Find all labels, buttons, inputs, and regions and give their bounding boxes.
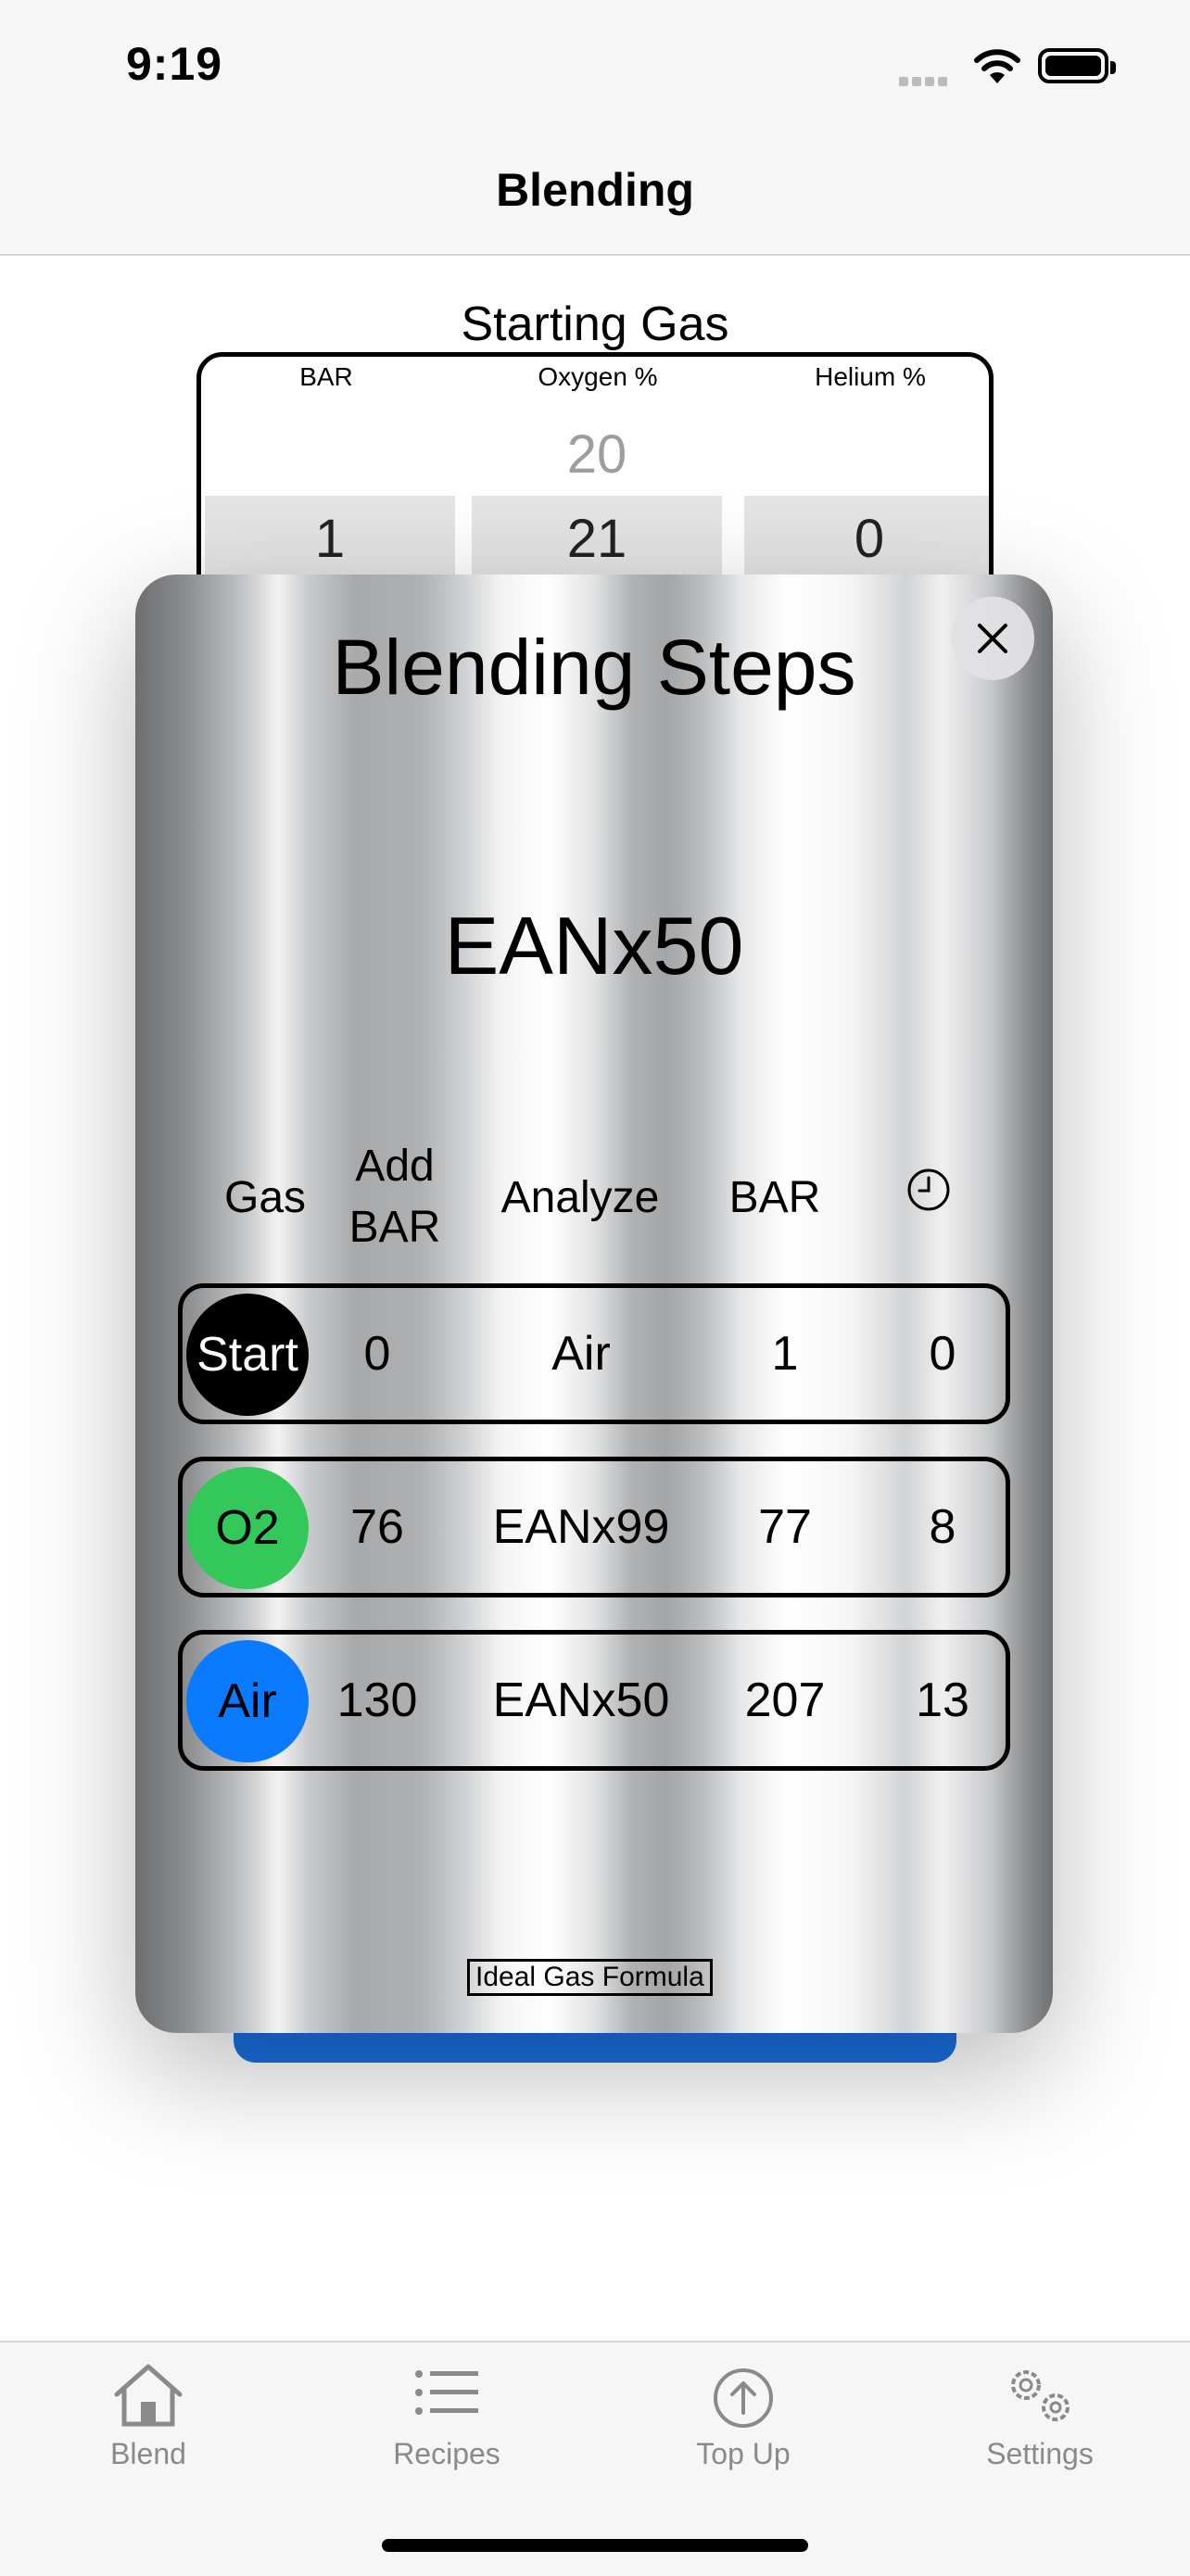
picker-helium-value: 0 [854, 509, 885, 569]
tab-blend[interactable]: Blend [28, 2361, 269, 2471]
analyze-value: Air [551, 1327, 611, 1381]
tab-settings[interactable]: Settings [919, 2361, 1160, 2471]
analyze-value: EANx99 [492, 1500, 670, 1554]
analyze-value: EANx50 [492, 1673, 670, 1727]
nav-title: Blending [496, 164, 694, 216]
tab-label: Blend [110, 2437, 186, 2470]
step-row-o2: O2 76 EANx99 77 8 [178, 1457, 1010, 1597]
step-row-air: Air 130 EANx50 207 13 [178, 1630, 1010, 1771]
arrow-up-circle-icon [714, 2368, 773, 2428]
add-bar-value: 76 [350, 1500, 404, 1554]
picker-header-helium: Helium % [815, 362, 926, 391]
picker-bar-value: 1 [314, 509, 346, 569]
battery-icon [1038, 48, 1116, 83]
navigation-bar: Blending [0, 130, 1190, 256]
picker-header-bar: BAR [299, 362, 353, 391]
tab-label: Recipes [393, 2437, 500, 2470]
step-row-start: Start 0 Air 1 0 [178, 1283, 1010, 1424]
modal-title: Blending Steps [332, 624, 856, 711]
tab-recipes[interactable]: Recipes [326, 2361, 567, 2471]
gas-badge: Start [186, 1294, 309, 1416]
gears-icon [1011, 2370, 1070, 2421]
house-icon [114, 2364, 183, 2427]
picker-header-oxygen: Oxygen % [538, 362, 658, 391]
clock-icon [907, 1168, 950, 1211]
starting-gas-label: Starting Gas [461, 297, 729, 351]
bar-value: 207 [744, 1673, 826, 1727]
ideal-gas-formula-link[interactable]: Ideal Gas Formula [467, 1959, 713, 1996]
status-bar: 9:19 [0, 0, 1190, 130]
add-bar-value: 130 [336, 1673, 418, 1727]
gas-badge: Air [186, 1640, 309, 1762]
status-time: 9:19 [126, 38, 223, 90]
wifi-icon [974, 49, 1020, 83]
mix-name: EANx50 [444, 900, 744, 991]
header-analyze: Analyze [500, 1173, 660, 1222]
close-icon [978, 624, 1007, 653]
bar-value: 77 [758, 1500, 812, 1554]
add-bar-value: 0 [363, 1327, 391, 1381]
bar-value: 1 [771, 1327, 799, 1381]
gas-badge: O2 [186, 1467, 309, 1589]
time-value: 13 [916, 1673, 969, 1727]
tab-label: Top Up [696, 2437, 791, 2470]
home-indicator [382, 2539, 808, 2552]
cellular-signal-icon [899, 74, 951, 91]
picker-oxygen-above: 20 [566, 424, 627, 485]
picker-oxygen-value: 21 [566, 509, 627, 569]
tab-top-up[interactable]: Top Up [623, 2361, 864, 2471]
list-icon [415, 2370, 478, 2415]
header-bar: BAR [728, 1173, 821, 1222]
tab-label: Settings [986, 2437, 1094, 2470]
blending-steps-modal: Blending Steps EANx50 Gas Add BAR Analyz… [135, 575, 1053, 2033]
time-value: 8 [929, 1500, 956, 1554]
close-button[interactable] [951, 597, 1034, 680]
time-value: 0 [929, 1327, 956, 1381]
